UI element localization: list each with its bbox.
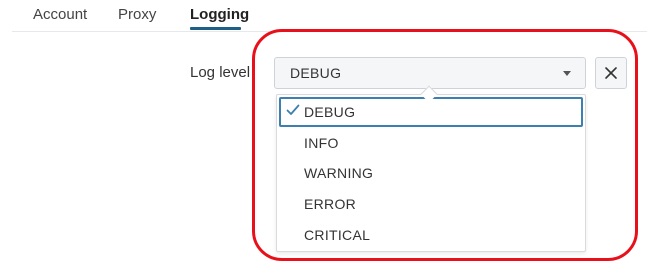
option-error[interactable]: ERROR	[279, 189, 583, 219]
log-level-dropdown: DEBUG INFO WARNING ERROR CRITICAL	[276, 94, 586, 252]
tab-account[interactable]: Account	[33, 6, 87, 23]
tab-logging[interactable]: Logging	[190, 6, 249, 23]
tabs-divider	[12, 31, 647, 32]
settings-tabs: Account Proxy Logging	[0, 0, 647, 32]
option-debug[interactable]: DEBUG	[279, 97, 583, 127]
clear-log-level-button[interactable]	[595, 57, 627, 89]
log-level-select[interactable]: DEBUG	[274, 57, 586, 89]
option-warning[interactable]: WARNING	[279, 158, 583, 188]
option-info[interactable]: INFO	[279, 128, 583, 158]
option-label: CRITICAL	[304, 227, 371, 243]
option-label: ERROR	[304, 196, 357, 212]
close-icon	[605, 67, 617, 79]
log-level-label: Log level	[190, 64, 251, 81]
option-critical[interactable]: CRITICAL	[279, 220, 583, 250]
check-icon	[286, 104, 300, 115]
tab-proxy[interactable]: Proxy	[118, 6, 156, 23]
option-label: INFO	[304, 135, 339, 151]
caret-down-icon	[563, 71, 571, 76]
option-label: WARNING	[304, 165, 374, 181]
option-label: DEBUG	[304, 104, 356, 120]
active-tab-indicator	[190, 27, 241, 30]
log-level-selected-value: DEBUG	[290, 65, 342, 81]
